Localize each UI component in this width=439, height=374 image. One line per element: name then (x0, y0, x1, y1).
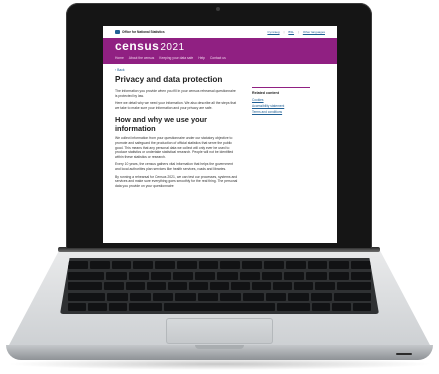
related-content-heading: Related content (251, 91, 279, 95)
ons-header: Office for National Statistics Cymraeg |… (103, 26, 337, 38)
body-paragraph: We collect information from your questio… (115, 136, 234, 159)
nav-item-data-safe[interactable]: Keeping your data safe (159, 56, 193, 60)
main-column: Privacy and data protection The informat… (115, 75, 238, 191)
trackpad (166, 318, 273, 344)
related-content-rule (251, 87, 310, 88)
ons-org-name: Office for National Statistics (122, 30, 165, 34)
related-link-accessibility[interactable]: Accessibility statement (252, 104, 325, 108)
nav-item-about[interactable]: About the census (129, 56, 154, 60)
camera-icon (216, 7, 220, 11)
back-label: Back (117, 68, 125, 72)
related-link-terms[interactable]: Terms and conditions (252, 110, 325, 114)
separator: | (283, 30, 285, 34)
laptop-lid-notch (195, 345, 244, 349)
body-paragraph: Every 10 years, the census gathers vital… (115, 162, 233, 171)
census-logo-year: 2021 (160, 42, 185, 53)
page-content: Privacy and data protection The informat… (103, 72, 337, 191)
related-link-cookies[interactable]: Cookies (252, 98, 325, 102)
main-nav: Home About the census Keeping your data … (115, 56, 325, 60)
nav-item-help[interactable]: Help (198, 56, 205, 60)
body-paragraph: By running a rehearsal for Census 2021, … (115, 174, 238, 188)
chevron-left-icon: ‹ (115, 68, 117, 72)
link-other-languages[interactable]: Other languages (303, 30, 325, 34)
link-bsl[interactable]: BSL (288, 30, 294, 34)
status-light (396, 353, 412, 355)
language-links: Cymraeg | BSL | Other languages (267, 30, 325, 34)
intro-paragraph: Here we detail why we need your informat… (115, 101, 237, 110)
laptop-keyboard (60, 258, 379, 314)
nav-item-home[interactable]: Home (115, 56, 124, 60)
related-content: Related content Cookies Accessibility st… (251, 75, 325, 191)
link-cymraeg[interactable]: Cymraeg (267, 30, 279, 34)
page-title: Privacy and data protection (115, 75, 223, 84)
nav-item-contact[interactable]: Contact us (210, 56, 226, 60)
section-heading: How and why we use your information (115, 115, 207, 133)
ons-logo: Office for National Statistics (115, 30, 165, 34)
census-logo[interactable]: census2021 (115, 38, 325, 56)
back-link[interactable]: ‹ Back (103, 64, 337, 72)
census-logo-text: census (115, 39, 160, 53)
laptop-screen: Office for National Statistics Cymraeg |… (103, 26, 337, 243)
separator: | (298, 30, 299, 34)
census-brand-bar: census2021 Home About the census Keeping… (103, 38, 337, 64)
intro-paragraph: The information you provide when you fil… (115, 89, 236, 98)
ons-logo-icon (115, 30, 120, 34)
